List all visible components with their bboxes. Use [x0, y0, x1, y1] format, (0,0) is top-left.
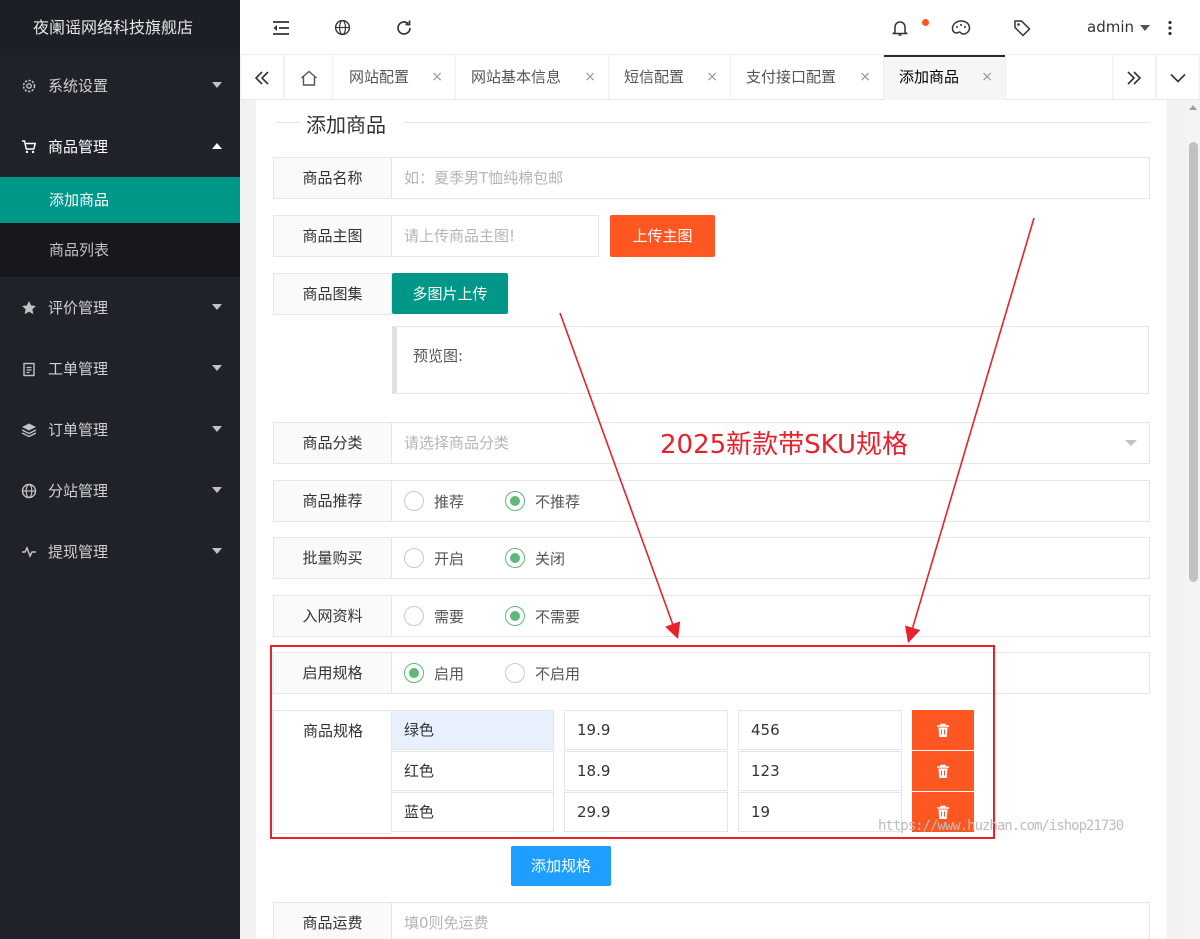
annotation-arrows [559, 217, 1035, 644]
annotation-arrow-left [559, 312, 681, 640]
annotation-arrow-right [904, 217, 1035, 644]
watermark: https://www.huzhan.com/ishop21730 [878, 818, 1124, 834]
